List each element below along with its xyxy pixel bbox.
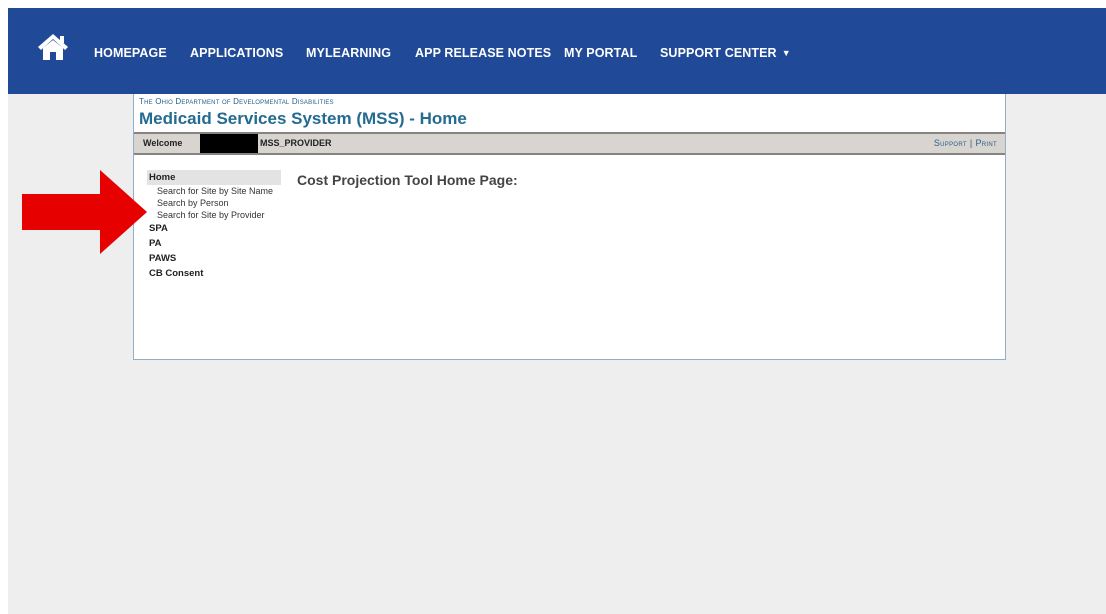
user-role: MSS_PROVIDER — [260, 138, 332, 148]
welcome-bar: Welcome MSS_PROVIDER Support | Print — [134, 132, 1005, 155]
sidenav-search-site-by-name[interactable]: Search for Site by Site Name — [147, 185, 281, 197]
sidenav-spa[interactable]: SPA — [147, 221, 281, 236]
support-link[interactable]: Support — [934, 138, 967, 148]
screen-background: HOMEPAGE APPLICATIONS MYLEARNING APP REL… — [8, 8, 1106, 614]
page-title: Medicaid Services System (MSS) - Home — [139, 109, 467, 128]
home-icon[interactable] — [37, 33, 69, 61]
sidenav-search-by-person[interactable]: Search by Person — [147, 197, 281, 209]
nav-homepage[interactable]: HOMEPAGE — [94, 46, 167, 60]
link-separator: | — [969, 138, 973, 148]
welcome-label: Welcome — [143, 138, 183, 148]
sidenav-home[interactable]: Home — [147, 170, 281, 185]
mss-app-panel: The Ohio Department of Developmental Dis… — [133, 94, 1006, 360]
top-navbar: HOMEPAGE APPLICATIONS MYLEARNING APP REL… — [8, 8, 1106, 94]
sidenav-pa[interactable]: PA — [147, 236, 281, 251]
nav-support-center[interactable]: SUPPORT CENTER ▼ — [660, 46, 791, 60]
sidenav-search-site-by-provider[interactable]: Search for Site by Provider — [147, 209, 281, 221]
department-name: The Ohio Department of Developmental Dis… — [139, 97, 334, 106]
red-arrow-icon — [22, 170, 147, 254]
nav-mylearning[interactable]: MYLEARNING — [306, 46, 391, 60]
nav-applications[interactable]: APPLICATIONS — [190, 46, 283, 60]
content-heading: Cost Projection Tool Home Page: — [297, 172, 518, 188]
print-link[interactable]: Print — [975, 138, 997, 148]
redacted-username — [200, 134, 258, 153]
nav-support-center-label: SUPPORT CENTER — [660, 46, 777, 60]
sidenav-paws[interactable]: PAWS — [147, 251, 281, 266]
utility-links: Support | Print — [934, 138, 997, 148]
nav-app-release-notes[interactable]: APP RELEASE NOTES — [415, 46, 551, 60]
caret-down-icon: ▼ — [781, 48, 791, 58]
nav-my-portal[interactable]: MY PORTAL — [564, 46, 637, 60]
sidenav-cb-consent[interactable]: CB Consent — [147, 266, 281, 281]
side-navigation: Home Search for Site by Site Name Search… — [147, 170, 281, 281]
